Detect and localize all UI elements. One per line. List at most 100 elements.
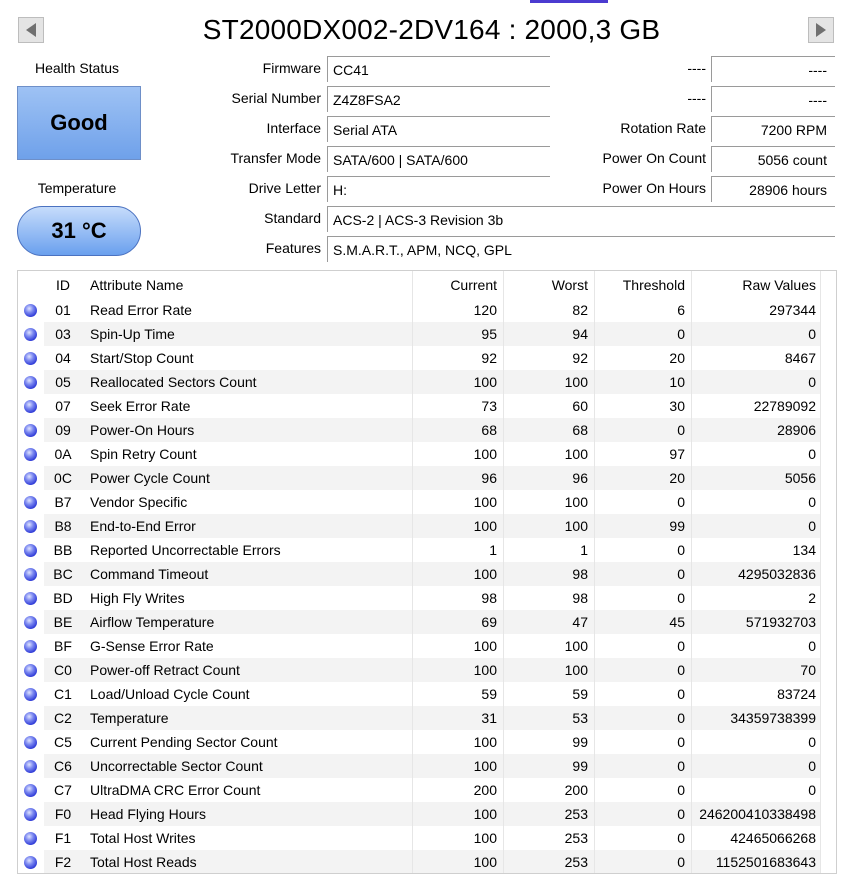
- table-row[interactable]: F0 Head Flying Hours 100 253 0 24620041033849…: [18, 802, 836, 826]
- table-row[interactable]: F1 Total Host Writes 100 253 0 42465066268: [18, 826, 836, 850]
- table-row[interactable]: C5 Current Pending Sector Count 100 99 0 0: [18, 730, 837, 754]
- column-header-attribute-name[interactable]: Attribute Name: [82, 271, 413, 298]
- column-header-current[interactable]: Current: [412, 271, 504, 298]
- serial-number-label: Serial Number: [231, 90, 321, 106]
- attribute-raw-value: 297344: [691, 298, 821, 322]
- attribute-id: 0A: [54, 446, 72, 462]
- table-row[interactable]: 0A Spin Retry Count 100 100 97 0: [18, 442, 836, 466]
- table-row[interactable]: BC Command Timeout 100 98 0 4295032836: [18, 562, 836, 586]
- table-row[interactable]: 05 Reallocated Sectors Count 100 100 10 0: [18, 370, 836, 394]
- interface-label: Interface: [266, 120, 321, 136]
- table-row[interactable]: C6 Uncorrectable Sector Count 100 99 0 0: [18, 754, 837, 778]
- attribute-raw-value: 246200410338498: [691, 802, 821, 826]
- row-filler: [821, 514, 837, 538]
- attribute-name: End-to-End Error: [82, 514, 413, 538]
- attribute-threshold: 0: [594, 754, 692, 778]
- table-row[interactable]: C7 UltraDMA CRC Error Count 200 200 0 0: [18, 778, 836, 802]
- table-row[interactable]: C0 Power-off Retract Count 100 100 0 70: [18, 658, 836, 682]
- attribute-current: 68: [412, 418, 504, 442]
- status-cell: [18, 778, 44, 802]
- interface-field: Serial ATA: [327, 116, 550, 142]
- smart-attributes-table[interactable]: ID Attribute Name Current Worst Threshol…: [17, 270, 837, 874]
- attribute-worst: 53: [503, 706, 595, 730]
- column-header-worst[interactable]: Worst: [503, 271, 595, 298]
- attribute-current: 1: [412, 538, 504, 562]
- attribute-id: B8: [44, 514, 82, 538]
- attribute-id: 04: [55, 350, 71, 366]
- attribute-threshold: 30: [594, 394, 692, 418]
- table-row[interactable]: 0C Power Cycle Count 96 96 20 5056: [18, 466, 837, 490]
- attribute-worst: 100: [503, 490, 595, 514]
- attribute-name: Vendor Specific: [82, 490, 413, 514]
- attribute-raw-value: 34359738399: [691, 706, 821, 730]
- table-row[interactable]: B8 End-to-End Error 100 100 99 0: [18, 514, 837, 538]
- status-dot-icon: [24, 519, 37, 533]
- row-filler: [821, 466, 837, 490]
- column-header-raw-values[interactable]: Raw Values: [691, 271, 821, 298]
- status-cell: [18, 490, 44, 514]
- table-row[interactable]: 01 Read Error Rate 120 82 6 297344: [18, 298, 837, 322]
- attribute-worst: 98: [503, 562, 595, 586]
- attribute-raw-value: 5056: [691, 466, 821, 490]
- attribute-raw-value: 22789092: [691, 394, 821, 418]
- attribute-name: Spin-Up Time: [82, 322, 413, 346]
- row-filler: [821, 754, 837, 778]
- column-header-threshold[interactable]: Threshold: [594, 271, 692, 298]
- table-row[interactable]: BE Airflow Temperature 69 47 45 571932703: [18, 610, 837, 634]
- status-cell: [18, 754, 44, 778]
- attribute-raw-value: 0: [691, 730, 821, 754]
- attribute-worst: 96: [503, 466, 595, 490]
- attribute-id: F2: [44, 850, 82, 873]
- attribute-worst: 253: [503, 802, 595, 826]
- attribute-worst: 98: [503, 586, 595, 610]
- table-row[interactable]: C2 Temperature 31 53 0 34359738399: [18, 706, 837, 730]
- status-cell: [18, 850, 44, 873]
- column-header-id[interactable]: ID: [44, 271, 82, 298]
- status-cell: [18, 442, 44, 466]
- table-row[interactable]: C1 Load/Unload Cycle Count 59 59 0 83724: [18, 682, 836, 706]
- attribute-threshold: 0: [594, 418, 692, 442]
- temperature-badge[interactable]: 31 °C: [17, 206, 141, 256]
- table-row[interactable]: B7 Vendor Specific 100 100 0 0: [18, 490, 836, 514]
- table-row[interactable]: F2 Total Host Reads 100 253 0 1152501683643: [18, 850, 836, 873]
- table-row[interactable]: 09 Power-On Hours 68 68 0 28906: [18, 418, 837, 442]
- attribute-id: B7: [54, 494, 72, 510]
- attribute-threshold: 0: [594, 658, 692, 682]
- attribute-current: 100: [412, 850, 504, 873]
- table-row[interactable]: BD High Fly Writes 98 98 0 2: [18, 586, 836, 610]
- attribute-current: 96: [412, 466, 504, 490]
- drive-letter-field: H:: [327, 176, 550, 202]
- attribute-threshold: 0: [594, 538, 692, 562]
- attribute-current: 100: [412, 514, 504, 538]
- row-filler: [821, 706, 837, 730]
- attribute-raw-value: 0: [691, 778, 821, 802]
- attribute-threshold: 0: [594, 634, 692, 658]
- attribute-id: BF: [54, 638, 72, 654]
- status-dot-icon: [24, 855, 37, 869]
- transfer-mode-label: Transfer Mode: [230, 150, 321, 166]
- status-dot-icon: [24, 831, 37, 845]
- attribute-current: 100: [412, 730, 504, 754]
- status-column-header[interactable]: [18, 271, 44, 298]
- table-row[interactable]: BF G-Sense Error Rate 100 100 0 0: [18, 634, 836, 658]
- status-cell: [18, 682, 44, 706]
- table-row[interactable]: BB Reported Uncorrectable Errors 1 1 0 134: [18, 538, 836, 562]
- row-filler: [821, 610, 837, 634]
- row-filler: [821, 298, 837, 322]
- attribute-raw-value: 571932703: [691, 610, 821, 634]
- table-row[interactable]: 07 Seek Error Rate 73 60 30 22789092: [18, 394, 836, 418]
- row-filler: [821, 730, 837, 754]
- firmware-field: CC41: [327, 56, 550, 82]
- status-dot-icon: [24, 303, 37, 317]
- table-row[interactable]: 03 Spin-Up Time 95 94 0 0: [18, 322, 836, 346]
- health-status-badge[interactable]: Good: [17, 86, 141, 160]
- attribute-name: Temperature: [82, 706, 413, 730]
- attribute-name: Total Host Reads: [82, 850, 413, 873]
- row-filler: [821, 418, 837, 442]
- standard-field: ACS-2 | ACS-3 Revision 3b: [327, 206, 835, 232]
- status-cell: [18, 370, 44, 394]
- table-row[interactable]: 04 Start/Stop Count 92 92 20 8467: [18, 346, 836, 370]
- status-cell: [18, 802, 44, 826]
- attribute-threshold: 10: [594, 370, 692, 394]
- attribute-name: Read Error Rate: [82, 298, 413, 322]
